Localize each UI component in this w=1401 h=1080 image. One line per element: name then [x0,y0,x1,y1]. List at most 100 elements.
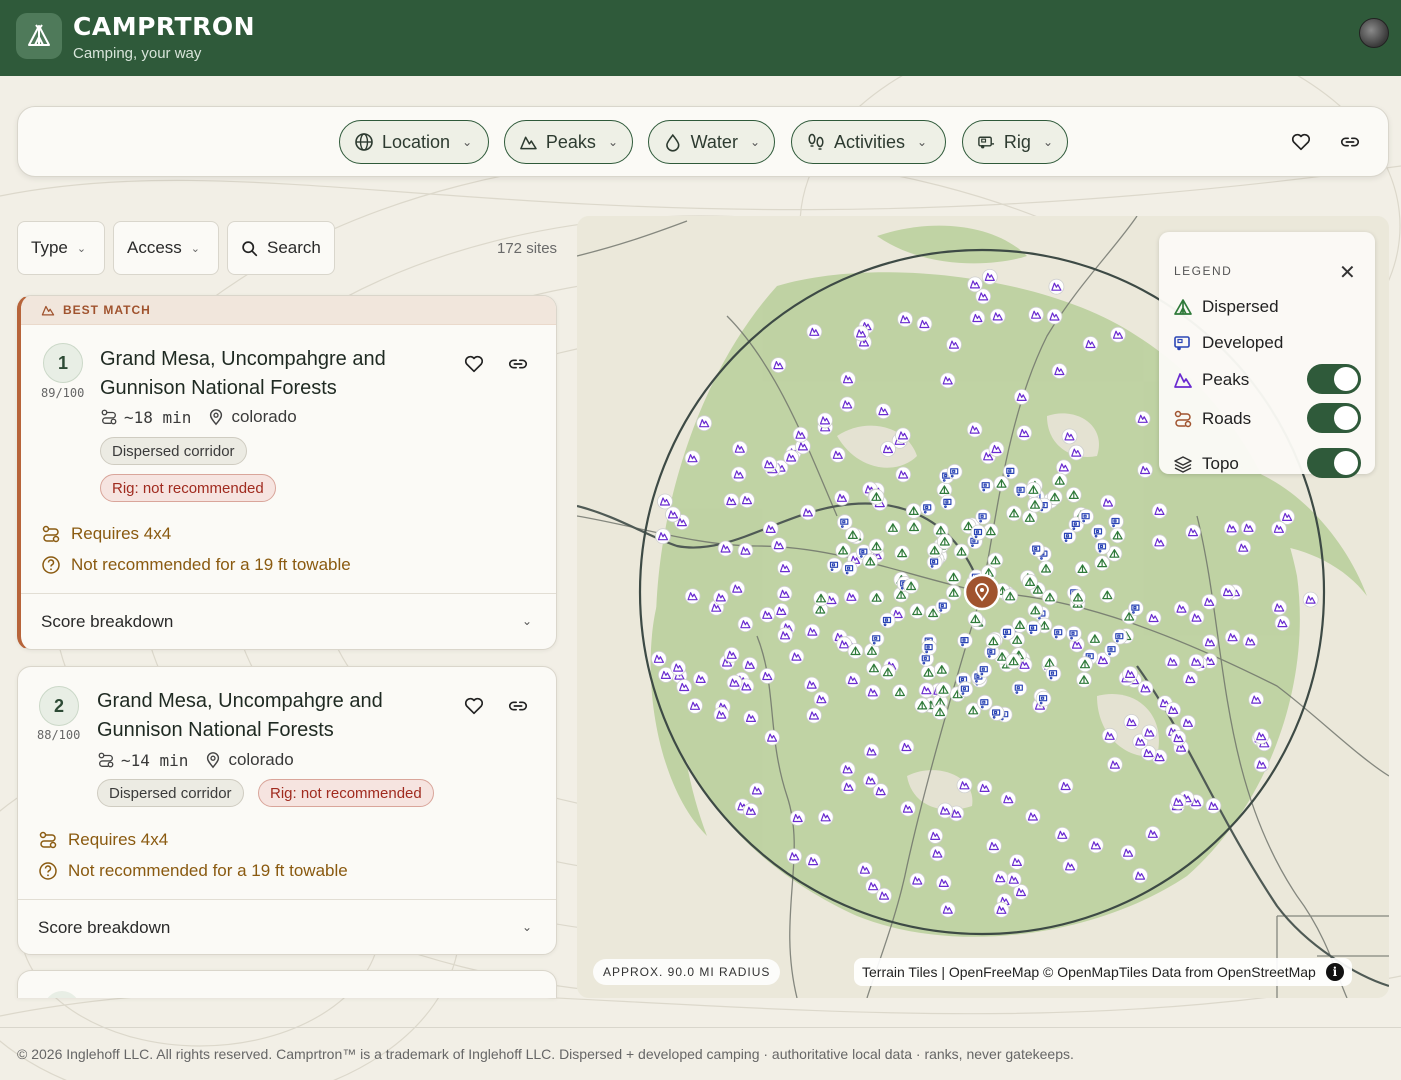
peak-marker[interactable] [927,828,944,844]
peak-marker[interactable] [1302,591,1319,608]
peak-marker[interactable] [1223,520,1240,537]
peak-marker[interactable] [759,668,776,684]
dispersed-marker[interactable] [1027,496,1043,513]
peak-marker[interactable] [792,426,809,443]
developed-marker[interactable] [1002,463,1019,480]
peak-marker[interactable] [713,706,730,723]
developed-marker[interactable] [1050,624,1067,641]
peak-marker[interactable] [1057,778,1074,794]
peak-marker[interactable] [805,853,822,869]
peak-marker[interactable] [844,672,861,688]
peak-marker[interactable] [1151,502,1168,519]
dispersed-marker[interactable] [1025,481,1042,498]
peak-marker[interactable] [759,606,776,623]
peak-marker[interactable] [1120,844,1136,861]
chevron-down-icon[interactable]: ⌄ [522,614,532,628]
dispersed-marker[interactable] [1074,560,1091,577]
peak-marker[interactable] [935,875,952,891]
peak-marker[interactable] [976,780,993,796]
peak-marker[interactable] [748,782,765,799]
peak-marker[interactable] [1188,609,1205,626]
map-view[interactable]: LEGEND ✕ Dispersed Developed Peaks Roads… [577,216,1389,998]
peak-marker[interactable] [1016,425,1033,441]
peak-marker[interactable] [676,679,693,695]
dispersed-marker[interactable] [936,533,953,550]
dispersed-marker[interactable] [906,519,922,535]
peak-marker[interactable] [1137,680,1154,697]
developed-marker[interactable] [976,661,993,678]
site-title[interactable]: Grand Mesa, Uncompahgre and Gunnison Nat… [100,345,440,403]
peaks-toggle[interactable] [1307,364,1361,394]
peak-marker[interactable] [1134,410,1151,427]
peak-marker[interactable] [853,325,870,342]
dispersed-marker[interactable] [1094,555,1110,572]
peak-marker[interactable] [1110,326,1126,343]
peak-marker[interactable] [863,743,880,760]
peak-marker[interactable] [777,560,793,577]
close-icon[interactable]: ✕ [1339,260,1356,285]
developed-marker[interactable] [1104,641,1120,658]
peak-marker[interactable] [777,627,794,644]
peak-marker[interactable] [1068,444,1085,461]
dispersed-marker[interactable] [1070,589,1086,606]
peak-marker[interactable] [1274,615,1291,632]
dispersed-marker[interactable] [1027,602,1044,619]
peak-marker[interactable] [843,588,860,605]
peaks-filter-button[interactable]: Peaks ⌄ [504,120,633,164]
peak-marker[interactable] [803,676,820,693]
peak-marker[interactable] [657,493,673,510]
developed-marker[interactable] [939,494,956,511]
peak-marker[interactable] [1145,610,1162,626]
peak-marker[interactable] [1051,363,1068,379]
developed-marker[interactable] [1011,680,1028,697]
peak-marker[interactable] [966,421,983,438]
developed-marker[interactable] [1108,513,1124,530]
peak-marker[interactable] [1185,524,1201,541]
dispersed-marker[interactable] [891,684,908,700]
peak-marker[interactable] [895,427,911,444]
peak-marker[interactable] [783,449,800,466]
peak-marker[interactable] [813,691,830,708]
topo-toggle[interactable] [1307,448,1361,478]
peak-marker[interactable] [729,580,746,597]
developed-marker[interactable] [970,524,987,541]
developed-marker[interactable] [1060,528,1077,545]
peak-marker[interactable] [817,412,833,429]
developed-marker[interactable] [1045,665,1062,682]
peak-marker[interactable] [737,542,754,559]
peak-marker[interactable] [1122,665,1138,682]
peak-marker[interactable] [1054,826,1071,843]
dispersed-marker[interactable] [847,643,864,659]
dispersed-marker[interactable] [1109,527,1126,544]
peak-marker[interactable] [897,311,914,328]
rig-filter-button[interactable]: Rig ⌄ [962,120,1068,164]
peak-marker[interactable] [1046,308,1063,325]
dispersed-marker[interactable] [987,552,1004,569]
peak-marker[interactable] [989,308,1006,325]
peak-marker[interactable] [956,777,973,794]
peak-marker[interactable] [1220,584,1236,600]
peak-marker[interactable] [723,493,740,509]
peak-marker[interactable] [981,269,998,285]
dispersed-marker[interactable] [894,545,911,562]
dispersed-marker[interactable] [920,664,937,681]
peak-marker[interactable] [789,810,806,826]
peak-marker[interactable] [655,528,671,545]
developed-marker[interactable] [988,705,1005,721]
peak-marker[interactable] [840,371,856,388]
dispersed-marker[interactable] [868,538,885,555]
dispersed-marker[interactable] [1006,505,1022,522]
dispersed-marker[interactable] [1038,560,1054,577]
peak-marker[interactable] [1107,756,1123,773]
peak-marker[interactable] [929,845,946,862]
favorites-button[interactable] [1288,129,1314,155]
peak-marker[interactable] [909,872,926,889]
copy-link-button[interactable] [506,694,530,718]
developed-marker[interactable] [935,598,952,615]
peak-marker[interactable] [1182,671,1199,687]
center-location-pin[interactable] [963,573,1001,611]
developed-marker[interactable] [1078,508,1095,525]
peak-marker[interactable] [804,623,821,640]
peak-marker[interactable] [833,489,850,506]
peak-marker[interactable] [806,323,823,340]
